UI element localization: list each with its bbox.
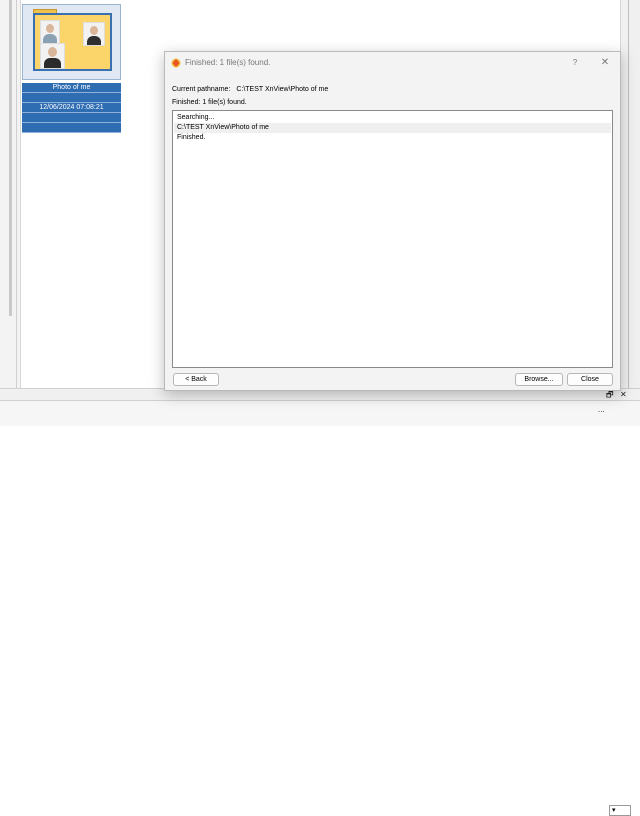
thumbnail-spacer-1: [22, 93, 121, 103]
thumbnail-name: Photo of me: [22, 83, 121, 93]
back-button[interactable]: < Back: [173, 373, 219, 386]
restore-icon[interactable]: 🗗: [606, 390, 614, 400]
current-pathname-label: Current pathname:: [172, 86, 231, 93]
close-button[interactable]: Close: [567, 373, 613, 386]
scrollbar-track: [628, 0, 629, 388]
thumbnail-frame: [22, 4, 121, 80]
thumbnail-spacer-2: [22, 113, 121, 123]
status-text: Finished: 1 file(s) found.: [172, 99, 247, 106]
search-results-dialog: Finished: 1 file(s) found. ? ✕ Current p…: [164, 51, 621, 391]
photo-preview-2: [83, 22, 105, 46]
current-pathname-value: C:\TEST XnView\Photo of me: [236, 86, 329, 93]
xnview-app-icon: [171, 58, 181, 68]
list-item: Finished.: [177, 134, 206, 141]
folder-icon: [33, 13, 112, 71]
more-button[interactable]: ...: [598, 405, 605, 415]
help-button[interactable]: ?: [567, 56, 583, 70]
left-panel-divider: [16, 0, 17, 388]
list-item-result-path[interactable]: C:\TEST XnView\Photo of me: [174, 123, 611, 133]
close-icon[interactable]: ✕: [620, 390, 627, 400]
dialog-close-icon[interactable]: ✕: [597, 56, 613, 70]
results-list[interactable]: Searching... C:\TEST XnView\Photo of me …: [172, 110, 613, 368]
folder-thumbnail[interactable]: Photo of me 12/06/2024 07:08:21: [22, 4, 121, 134]
current-pathname: Current pathname: C:\TEST XnView\Photo o…: [172, 86, 328, 93]
dialog-titlebar[interactable]: Finished: 1 file(s) found. ? ✕: [165, 52, 620, 74]
list-item: Searching...: [177, 114, 215, 121]
chevron-down-icon: ▾: [612, 807, 616, 814]
thumbnail-spacer-3: [22, 123, 121, 133]
left-panel-scrollbar[interactable]: [9, 0, 12, 316]
browse-button[interactable]: Browse...: [515, 373, 563, 386]
dropdown-combo[interactable]: ▾: [609, 805, 631, 816]
vertical-scrollbar[interactable]: [620, 0, 640, 388]
thumbnail-date: 12/06/2024 07:08:21: [22, 103, 121, 113]
left-panel: [0, 0, 21, 388]
bottom-panel: ... ▾: [0, 400, 640, 816]
dialog-title: Finished: 1 file(s) found.: [185, 58, 271, 67]
photo-preview-3: [40, 43, 65, 69]
photo-preview-1: [40, 20, 60, 44]
